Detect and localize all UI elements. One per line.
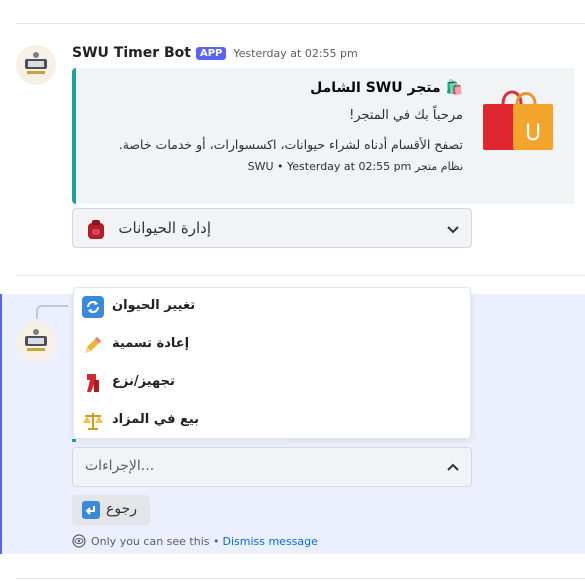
menu-item-label: تجهيز/نزع: [112, 374, 175, 389]
scarf-icon: [87, 374, 99, 392]
eye-icon: [72, 534, 86, 548]
backpack-icon: [88, 220, 104, 239]
embed-welcome: مرحباً بك في المتجر!: [349, 108, 463, 123]
menu-item-auction[interactable]: بيع في المزاد: [74, 402, 470, 440]
shopping-bag-icon: U: [483, 90, 553, 150]
embed-description: تصفح الأقسام أدناه لشراء حيوانات، اكسسوا…: [118, 137, 463, 152]
menu-item-equip[interactable]: تجهيز/نزع: [74, 364, 470, 402]
embed-title: 🛍️ متجر SWU الشامل: [310, 80, 463, 96]
menu-item-label: تغيير الحيوان: [112, 298, 196, 313]
chevron-up-icon: [447, 463, 459, 471]
scales-icon: [83, 413, 103, 430]
embed-content: 🛍️ متجر SWU الشامل مرحباً بك في المتجر! …: [83, 80, 463, 173]
bot-avatar-reply[interactable]: [16, 322, 56, 362]
select-placeholder: الإجراءات...: [85, 458, 155, 474]
reply-spine: [36, 305, 68, 319]
chevron-down-icon: [447, 226, 459, 234]
ephemeral-text: Only you can see this •: [91, 534, 220, 548]
message-header: SWU Timer Bot APP Yesterday at 02:55 pm: [72, 45, 358, 61]
svg-text:U: U: [525, 121, 541, 146]
app-badge: APP: [195, 46, 227, 60]
message-timestamp: Yesterday at 02:55 pm: [233, 46, 358, 60]
menu-item-rename[interactable]: إعادة تسمية: [74, 326, 470, 364]
ephemeral-note: Only you can see this • Dismiss message: [72, 534, 318, 548]
avatar-logo-icon: [16, 45, 56, 85]
dismiss-message-link[interactable]: Dismiss message: [222, 535, 317, 548]
top-divider: [16, 23, 585, 24]
back-button-label: رجوع: [106, 501, 138, 517]
menu-item-label: إعادة تسمية: [112, 336, 190, 351]
animal-management-select[interactable]: إدارة الحيوانات: [72, 208, 472, 248]
avatar-logo-icon: [16, 322, 56, 362]
menu-item-change-animal[interactable]: تغيير الحيوان: [74, 288, 470, 326]
refresh-icon: [82, 296, 104, 318]
actions-dropdown-menu: تغيير الحيوان إعادة تسمية تجهيز/نزع بيع …: [73, 287, 471, 439]
middle-divider: [16, 275, 585, 276]
back-arrow-icon: [82, 501, 100, 519]
select-label: إدارة الحيوانات: [118, 219, 211, 237]
menu-item-label: بيع في المزاد: [112, 412, 200, 427]
back-button[interactable]: رجوع: [72, 495, 150, 525]
embed-footer: SWU • Yesterday at 02:55 pm نظام متجر: [247, 160, 463, 173]
bottom-divider: [16, 578, 585, 579]
actions-select[interactable]: الإجراءات...: [72, 447, 472, 487]
author-name[interactable]: SWU Timer Bot: [72, 45, 191, 61]
bot-avatar[interactable]: [16, 45, 56, 85]
pencil-icon: [85, 337, 101, 353]
shop-embed: 🛍️ متجر SWU الشامل مرحباً بك في المتجر! …: [72, 68, 575, 204]
